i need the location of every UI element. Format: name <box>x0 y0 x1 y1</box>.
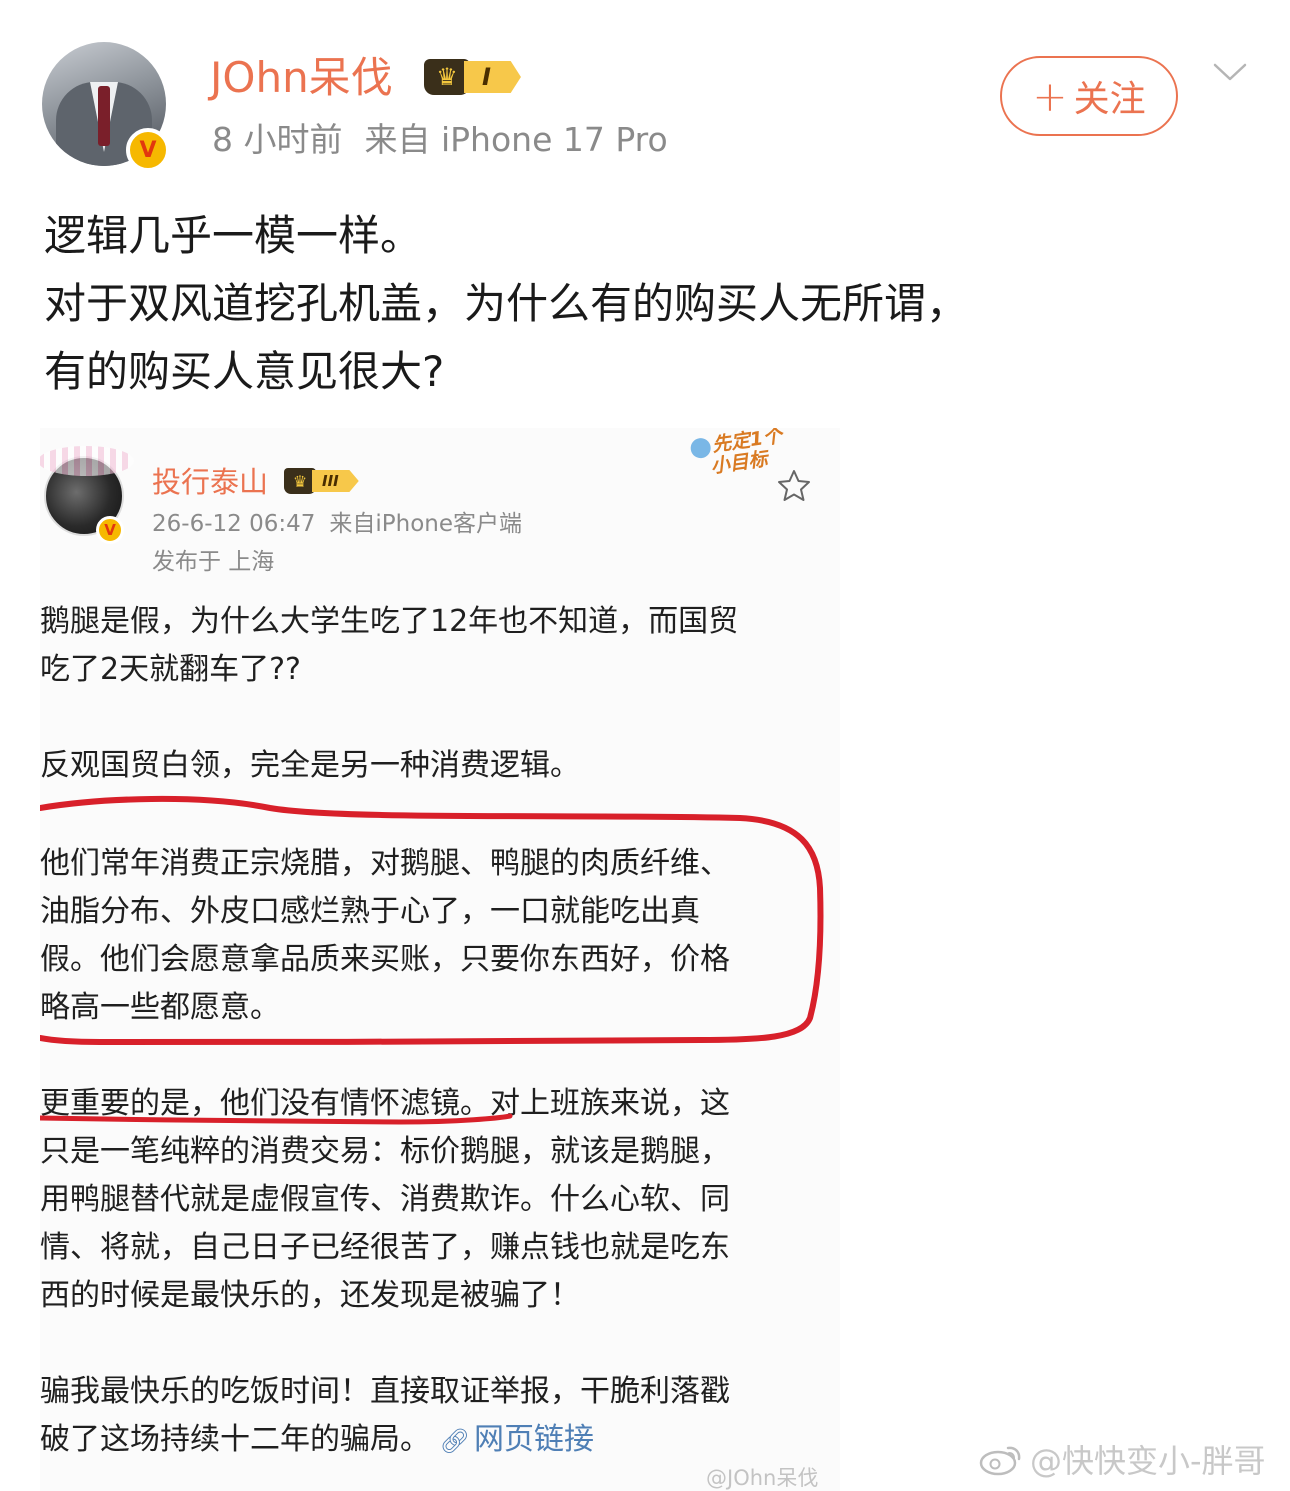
sticker-text: 先定1个小目标 <box>709 428 784 478</box>
embedded-source: 来自iPhone客户端 <box>329 511 522 537</box>
crown-icon: ♛ <box>284 468 316 494</box>
post-source: 来自 iPhone 17 Pro <box>364 120 668 159</box>
weibo-watermark-text: @快快变小-胖哥 <box>1030 1442 1266 1480</box>
star-icon <box>778 470 810 501</box>
post-time: 8 小时前 <box>212 120 343 159</box>
embedded-line: 更重要的是，他们没有情怀滤镜。对上班族来说，这 <box>40 1086 730 1121</box>
plus-icon: + <box>1032 71 1068 121</box>
web-link[interactable]: 🔗︎ 网页链接 <box>440 1422 594 1457</box>
embedded-line-text: 破了这场持续十二年的骗局。 <box>40 1422 430 1457</box>
author-name[interactable]: JOhn呆伐 <box>210 50 393 106</box>
embedded-rank-badge: ♛ III <box>284 466 359 496</box>
post-line: 有的购买人意见很大? <box>44 347 445 396</box>
embedded-line: 破了这场持续十二年的骗局。 🔗︎ 网页链接 <box>40 1416 594 1465</box>
crown-icon: ♛ <box>424 59 470 95</box>
embedded-watermark: @JOhn呆伐 <box>706 1466 819 1490</box>
rank-badge[interactable]: ♛ I <box>424 57 521 97</box>
follow-button[interactable]: + 关注 <box>1000 56 1178 136</box>
embedded-rank-level: III <box>312 470 359 492</box>
embedded-line: 只是一笔纯粹的消费交易：标价鹅腿，就该是鹅腿， <box>40 1134 730 1169</box>
embedded-line: 他们常年消费正宗烧腊，对鹅腿、鸭腿的肉质纤维、 <box>40 846 730 881</box>
embedded-username: 投行泰山 <box>152 465 269 499</box>
post-meta: 8 小时前 来自 iPhone 17 Pro <box>212 118 668 162</box>
embedded-line: 西的时候是最快乐的，还发现是被骗了！ <box>40 1278 580 1313</box>
embedded-line: 骗我最快乐的吃饭时间！直接取证举报，干脆利落戳 <box>40 1374 730 1409</box>
embedded-sticker: 先定1个小目标 <box>685 428 790 485</box>
web-link-label: 网页链接 <box>474 1422 595 1457</box>
embedded-timestamp: 26-6-12 06:47 <box>152 511 316 537</box>
embedded-meta: 26-6-12 06:47 来自iPhone客户端 <box>152 508 522 540</box>
embedded-line: 油脂分布、外皮口感烂熟于心了，一口就能吃出真 <box>40 894 700 929</box>
embedded-line: 情、将就，自己日子已经很苦了，赚点钱也就是吃东 <box>40 1230 730 1265</box>
post-line: 对于双风道挖孔机盖，为什么有的购买人无所谓， <box>44 279 969 328</box>
v-verified-icon: V <box>96 516 124 544</box>
weibo-logo-icon <box>979 1446 1021 1476</box>
embedded-line: 反观国贸白领，完全是另一种消费逻辑。 <box>40 748 580 783</box>
rank-level: I <box>464 61 521 93</box>
embedded-line: 吃了2天就翻车了?? <box>40 652 301 687</box>
embedded-line: 用鸭腿替代就是虚假宣传、消费欺诈。什么心软、同 <box>40 1182 730 1217</box>
chevron-down-icon[interactable] <box>1212 54 1248 90</box>
follow-label: 关注 <box>1073 79 1146 120</box>
embedded-line: 鹅腿是假，为什么大学生吃了12年也不知道，而国贸 <box>40 604 739 639</box>
post-line: 逻辑几乎一模一样。 <box>44 211 423 260</box>
post-text: 逻辑几乎一模一样。 对于双风道挖孔机盖，为什么有的购买人无所谓， 有的购买人意见… <box>44 202 1244 406</box>
embedded-line: 假。他们会愿意拿品质来买账，只要你东西好，价格 <box>40 942 730 977</box>
weibo-watermark: @快快变小-胖哥 <box>978 1436 1266 1482</box>
avatar-tie <box>98 86 110 146</box>
embedded-screenshot[interactable]: V 投行泰山 ♛ III 26-6-12 06:47 来自iPhone客户端 发布… <box>40 428 840 1491</box>
embedded-location: 发布于 上海 <box>152 549 275 575</box>
v-verified-icon: V <box>126 128 170 172</box>
embedded-line: 略高一些都愿意。 <box>40 990 280 1025</box>
link-icon: 🔗︎ <box>439 1427 471 1455</box>
